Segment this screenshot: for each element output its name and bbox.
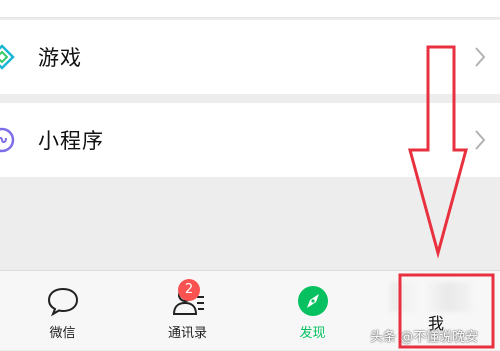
contacts-badge: 2 — [178, 279, 200, 301]
chevron-right-icon — [475, 130, 486, 150]
chevron-right-icon — [475, 47, 486, 67]
me-icon-blurred — [390, 282, 472, 312]
divider — [0, 17, 500, 18]
games-diamond-icon — [0, 44, 15, 70]
chat-bubble-icon — [47, 287, 78, 317]
previous-row-partial — [0, 0, 500, 18]
tab-discover-label: 发现 — [299, 326, 326, 341]
tab-discover[interactable]: 发现 — [250, 271, 375, 351]
tab-chats[interactable]: 微信 — [0, 271, 125, 351]
mini-programs-label: 小程序 — [38, 129, 104, 153]
tab-chats-label: 微信 — [49, 326, 76, 341]
watermark: 头条 @不懂说晚安 — [370, 330, 479, 345]
tab-contacts[interactable]: 2 通讯录 — [125, 271, 250, 351]
compass-icon — [297, 286, 328, 316]
menu-row-mini-programs[interactable]: 小程序 — [0, 103, 500, 177]
games-label: 游戏 — [38, 46, 82, 70]
tab-contacts-label: 通讯录 — [167, 326, 207, 341]
mini-program-icon — [0, 127, 15, 153]
menu-row-games[interactable]: 游戏 — [0, 20, 500, 94]
